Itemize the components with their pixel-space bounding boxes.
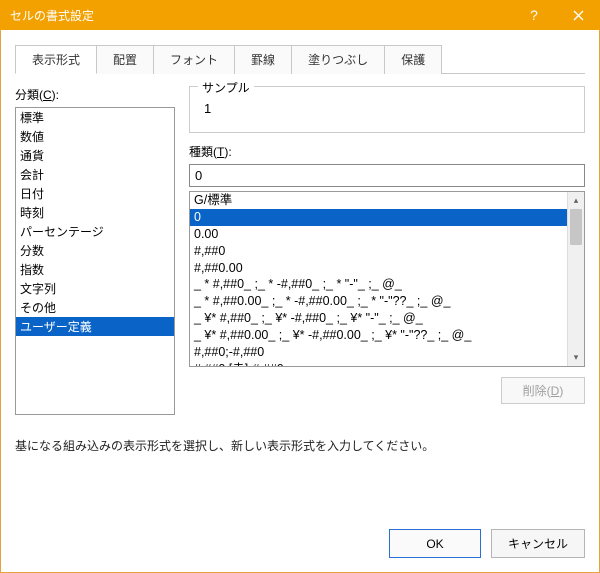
tab-border[interactable]: 罫線 [235,45,292,74]
tab-protection[interactable]: 保護 [385,45,442,74]
sample-box: サンプル 1 [189,86,585,133]
type-label: 種類(T): [189,143,585,160]
help-button[interactable]: ? [512,0,556,30]
format-list-inner: G/標準 0 0.00 #,##0 #,##0.00 _ * #,##0_ ;_… [190,192,567,366]
tab-number-format[interactable]: 表示形式 [15,45,97,74]
scroll-up-icon[interactable]: ▴ [568,192,584,209]
list-item[interactable]: #,##0 [190,243,567,260]
tab-alignment[interactable]: 配置 [97,45,154,74]
hint-text: 基になる組み込みの表示形式を選択し、新しい表示形式を入力してください。 [15,437,585,454]
category-section: 分類(C): 標準 数値 通貨 会計 日付 時刻 パーセンテージ 分数 指数 文… [15,86,175,415]
list-item[interactable]: 指数 [16,260,174,279]
list-item[interactable]: 通貨 [16,146,174,165]
cancel-button[interactable]: キャンセル [491,529,585,558]
list-item[interactable]: 日付 [16,184,174,203]
list-item[interactable]: 会計 [16,165,174,184]
scroll-track[interactable] [568,209,584,349]
scrollbar[interactable]: ▴ ▾ [567,192,584,366]
list-item[interactable]: 文字列 [16,279,174,298]
tab-fill[interactable]: 塗りつぶし [292,45,385,74]
sample-value: 1 [200,95,574,118]
category-listbox[interactable]: 標準 数値 通貨 会計 日付 時刻 パーセンテージ 分数 指数 文字列 その他 … [15,107,175,415]
tab-font[interactable]: フォント [154,45,235,74]
list-item[interactable]: 分数 [16,241,174,260]
list-item[interactable]: _ ¥* #,##0.00_ ;_ ¥* -#,##0.00_ ;_ ¥* "-… [190,327,567,344]
list-item[interactable]: G/標準 [190,192,567,209]
tab-content: 分類(C): 標準 数値 通貨 会計 日付 時刻 パーセンテージ 分数 指数 文… [15,74,585,415]
close-icon [573,10,584,21]
list-item[interactable]: 時刻 [16,203,174,222]
list-item[interactable]: その他 [16,298,174,317]
format-listbox[interactable]: G/標準 0 0.00 #,##0 #,##0.00 _ * #,##0_ ;_… [189,191,585,367]
titlebar: セルの書式設定 ? [0,0,600,30]
tab-bar: 表示形式 配置 フォント 罫線 塗りつぶし 保護 [15,44,585,74]
delete-button[interactable]: 削除(D) [501,377,585,404]
list-item[interactable]: パーセンテージ [16,222,174,241]
window-body: 表示形式 配置 フォント 罫線 塗りつぶし 保護 分類(C): 標準 数値 通貨… [0,30,600,573]
category-label: 分類(C): [15,86,175,103]
details-section: サンプル 1 種類(T): G/標準 0 0.00 #,##0 #,##0.00… [189,86,585,415]
delete-row: 削除(D) [189,377,585,404]
list-item[interactable]: #,##0;[赤]-#,##0 [190,361,567,366]
window-title: セルの書式設定 [10,7,512,24]
list-item[interactable]: _ * #,##0_ ;_ * -#,##0_ ;_ * "-"_ ;_ @_ [190,276,567,293]
scroll-down-icon[interactable]: ▾ [568,349,584,366]
list-item[interactable]: 標準 [16,108,174,127]
list-item[interactable]: #,##0.00 [190,260,567,277]
list-item[interactable]: 0.00 [190,226,567,243]
dialog-footer: OK キャンセル [389,529,585,558]
list-item[interactable]: _ ¥* #,##0_ ;_ ¥* -#,##0_ ;_ ¥* "-"_ ;_ … [190,310,567,327]
list-item[interactable]: #,##0;-#,##0 [190,344,567,361]
list-item[interactable]: ユーザー定義 [16,317,174,336]
list-item[interactable]: 数値 [16,127,174,146]
scroll-thumb[interactable] [570,209,582,245]
list-item[interactable]: _ * #,##0.00_ ;_ * -#,##0.00_ ;_ * "-"??… [190,293,567,310]
ok-button[interactable]: OK [389,529,481,558]
sample-label: サンプル [198,79,254,96]
type-input[interactable] [189,164,585,187]
close-button[interactable] [556,0,600,30]
list-item[interactable]: 0 [190,209,567,226]
